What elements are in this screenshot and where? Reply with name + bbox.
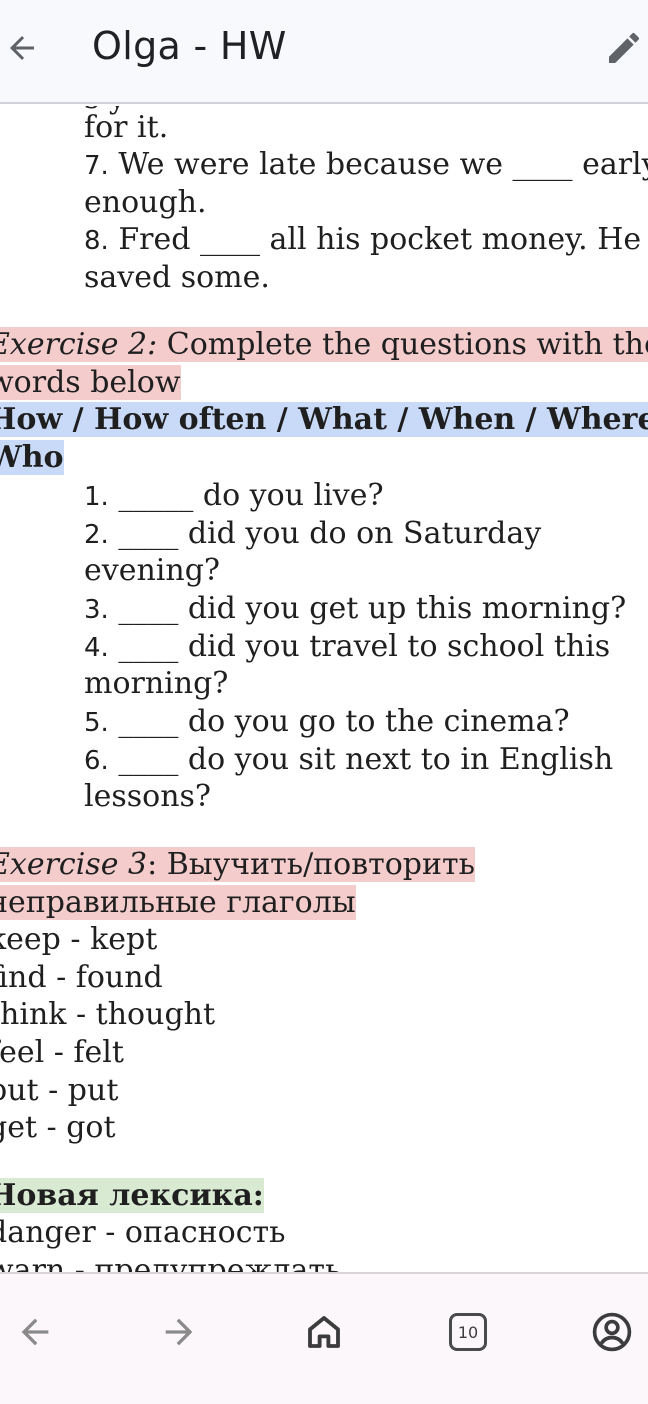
item-number: 8. bbox=[84, 226, 109, 256]
back-arrow-icon bbox=[10, 36, 34, 60]
ex2-item-2-cont: evening? bbox=[84, 553, 220, 588]
ex2-heading-text: Complete the questions with the bbox=[157, 327, 648, 362]
item-text: ____ do you sit next to in English bbox=[108, 742, 614, 777]
item-text: _____ do you live? bbox=[108, 478, 384, 513]
ex1-line: for it. bbox=[84, 110, 169, 145]
ex2-item-6: 6. ____ do you sit next to in English bbox=[84, 741, 613, 780]
item-number: 4. bbox=[84, 633, 109, 663]
verb-pair: think - thought bbox=[0, 997, 216, 1032]
nav-forward-button[interactable] bbox=[151, 1304, 207, 1360]
back-arrow-button[interactable] bbox=[0, 22, 44, 74]
ex2-item-3: 3. ____ did you get up this morning? bbox=[84, 590, 626, 629]
vocab-heading: Новая лексика: bbox=[0, 1177, 264, 1214]
back-arrow-icon bbox=[21, 1318, 49, 1346]
ex2-heading: Exercise 2: Complete the questions with … bbox=[0, 326, 648, 363]
ex1-item-7: 7. We were late because we ____ early bbox=[84, 146, 648, 185]
account-button[interactable] bbox=[584, 1304, 640, 1360]
app-bar: Olga - HW bbox=[0, 0, 648, 104]
item-number: 3. bbox=[84, 595, 109, 625]
item-text: ____ did you do on Saturday bbox=[108, 516, 542, 551]
ex2-heading-cont-text: words below bbox=[0, 365, 181, 400]
forward-arrow-icon bbox=[165, 1318, 193, 1346]
item-number: 2. bbox=[84, 520, 109, 550]
word-bank-text: How / How often / What / When / Where / bbox=[0, 402, 648, 437]
item-text: Fred ____ all his pocket money. He bbox=[108, 222, 642, 257]
ex3-heading-text: : Выучить/повторить bbox=[147, 847, 475, 882]
ex2-item-4-cont: morning? bbox=[84, 666, 229, 701]
vocab-item: danger - опасность bbox=[0, 1215, 286, 1250]
browser-bottom-bar: 10 bbox=[0, 1272, 648, 1404]
item-number: 7. bbox=[84, 151, 109, 181]
ex2-item-2: 2. ____ did you do on Saturday bbox=[84, 515, 541, 554]
tabs-button[interactable]: 10 bbox=[440, 1304, 496, 1360]
ex1-item-7-cont: enough. bbox=[84, 185, 207, 220]
item-text: ____ did you get up this morning? bbox=[108, 591, 627, 626]
item-number: 5. bbox=[84, 708, 109, 738]
vocab-heading-text: Новая лексика: bbox=[0, 1178, 264, 1213]
ex2-heading-cont: words below bbox=[0, 364, 181, 401]
item-text: ____ do you go to the cinema? bbox=[108, 704, 570, 739]
ex2-words-line-2: Who bbox=[0, 439, 64, 476]
home-button[interactable] bbox=[296, 1304, 352, 1360]
verb-pair: feel - felt bbox=[0, 1035, 124, 1070]
item-number: 1. bbox=[84, 482, 109, 512]
home-icon bbox=[308, 1316, 340, 1348]
ex3-heading-cont: неправильные глаголы bbox=[0, 884, 356, 921]
item-text: ____ did you travel to school this bbox=[108, 629, 611, 664]
word-bank-text: Who bbox=[0, 440, 64, 475]
tab-count-badge: 10 bbox=[449, 1313, 487, 1351]
document-body[interactable]: s y for it. 7. We were late because we _… bbox=[0, 106, 648, 1272]
ex2-item-4: 4. ____ did you travel to school this bbox=[84, 628, 610, 667]
item-text: We were late because we ____ early bbox=[108, 147, 648, 182]
ex1-item-8: 8. Fred ____ all his pocket money. He bbox=[84, 221, 641, 260]
account-icon bbox=[592, 1312, 632, 1352]
ex2-item-5: 5. ____ do you go to the cinema? bbox=[84, 703, 570, 742]
ex2-label: Exercise 2: bbox=[0, 327, 158, 362]
verb-pair: find - found bbox=[0, 960, 163, 995]
verb-pair: get - got bbox=[0, 1110, 116, 1145]
ex1-item-8-cont: saved some. bbox=[84, 260, 270, 295]
ex2-item-1: 1. _____ do you live? bbox=[84, 477, 384, 516]
ex3-heading: Exercise 3: Выучить/повторить bbox=[0, 846, 475, 883]
document-title: Olga - HW bbox=[92, 24, 287, 68]
vocab-item: warn - предупреждать bbox=[0, 1253, 342, 1272]
edit-button[interactable] bbox=[600, 22, 648, 74]
ex3-label: Exercise 3 bbox=[0, 847, 148, 882]
ex2-words-line-1: How / How often / What / When / Where / bbox=[0, 401, 648, 438]
verb-pair: put - put bbox=[0, 1073, 119, 1108]
item-number: 6. bbox=[84, 746, 109, 776]
tab-count: 10 bbox=[457, 1322, 479, 1342]
ex3-heading-cont-text: неправильные глаголы bbox=[0, 885, 356, 920]
ex2-item-6-cont: lessons? bbox=[84, 779, 212, 814]
verb-pair: keep - kept bbox=[0, 922, 158, 957]
pencil-icon bbox=[609, 32, 639, 63]
nav-back-button[interactable] bbox=[7, 1304, 63, 1360]
